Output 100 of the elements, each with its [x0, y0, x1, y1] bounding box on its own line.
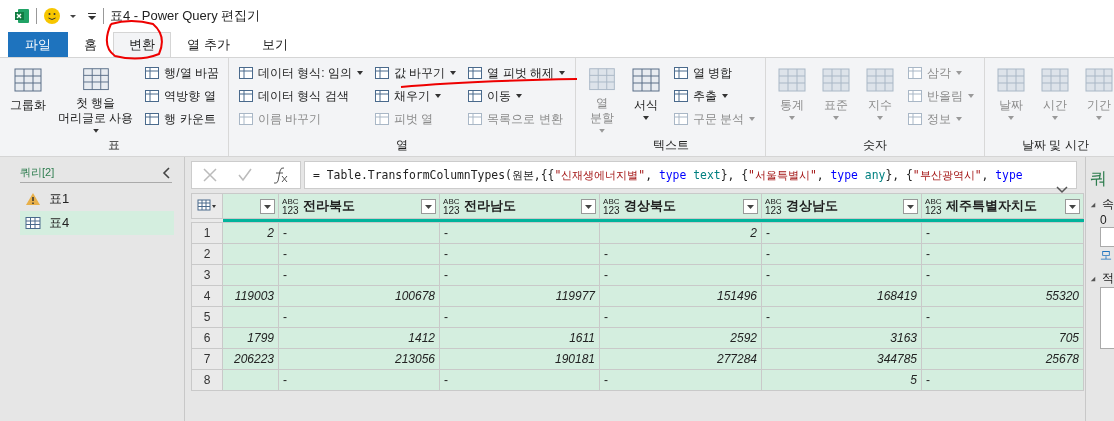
row-number: 5 — [191, 306, 223, 328]
caret-icon — [967, 93, 976, 99]
table-icon — [238, 111, 254, 127]
section-header: 적 — [1102, 270, 1114, 287]
ribbon-tab[interactable]: 파일 — [8, 32, 68, 57]
table-icon — [467, 111, 484, 127]
section-header: 속 — [1102, 196, 1114, 213]
ribbon-tab[interactable]: 보기 — [245, 32, 304, 57]
group-label: 숫자 — [862, 137, 889, 154]
table-icon — [144, 111, 161, 127]
row-number: 3 — [191, 264, 223, 286]
filter-dropdown-icon[interactable] — [260, 198, 275, 214]
filter-dropdown-icon[interactable] — [1065, 198, 1080, 214]
collapse-icon[interactable] — [162, 166, 172, 179]
warning-icon — [25, 192, 41, 206]
window-title: 표4 - Power Query 편집기 — [110, 7, 261, 25]
ribbon-tab[interactable]: 열 추가 — [171, 32, 246, 57]
filter-dropdown-icon[interactable] — [581, 198, 596, 214]
ribbon-button[interactable]: 서식 — [626, 62, 667, 136]
ribbon-button[interactable]: 데이터 형식: 임의 — [235, 62, 368, 84]
table-icon — [374, 111, 391, 127]
group-label: 텍스트 — [651, 137, 690, 154]
formula-field[interactable]: = Table.TransformColumnTypes(원본,{{"신재생에너지별", type text}, {"서울특별시", type any}, {"부산광역시", type — [304, 161, 1077, 189]
caret-icon — [598, 128, 607, 134]
expand-icon[interactable] — [1056, 186, 1068, 194]
table-icon — [238, 88, 254, 104]
ribbon-tab[interactable]: 홈 — [68, 32, 113, 57]
group-label: 열 — [395, 137, 410, 154]
queries-header: 쿼리[2] — [20, 165, 55, 180]
table-cell: 2 — [599, 222, 762, 244]
caret-icon — [434, 93, 443, 99]
type-label[interactable]: ABC 123 — [765, 197, 782, 215]
caret-icon — [955, 70, 964, 76]
caret-icon — [955, 116, 964, 122]
filter-dropdown-icon[interactable] — [743, 198, 758, 214]
caret-icon — [642, 115, 651, 121]
table-icon — [467, 88, 484, 104]
row-number: 1 — [191, 222, 223, 244]
caret-icon — [876, 115, 885, 121]
caret-icon — [1051, 115, 1060, 121]
ribbon-button[interactable]: 채우기 — [371, 85, 446, 107]
table-menu-icon[interactable] — [197, 198, 217, 211]
column-header: 경상남도 — [785, 197, 839, 215]
ribbon-button[interactable]: 열 피벗 해제 — [464, 62, 570, 84]
caret-icon — [748, 116, 757, 122]
table-icon — [673, 88, 690, 104]
column-header: 경상북도 — [623, 197, 677, 215]
row-number: 7 — [191, 348, 223, 370]
caret-icon — [832, 115, 841, 121]
table-icon — [374, 65, 391, 81]
row-number: 6 — [191, 327, 223, 349]
row-number: 8 — [191, 369, 223, 391]
properties-link[interactable]: 모 — [1100, 247, 1114, 264]
smiley-icon[interactable] — [43, 7, 61, 25]
caret-icon — [356, 70, 365, 76]
caret-icon — [1095, 115, 1104, 121]
customize-menu-icon[interactable] — [87, 11, 97, 21]
caret-icon — [515, 93, 524, 99]
table-icon — [907, 111, 924, 127]
ribbon-button[interactable]: 그룹화 — [6, 62, 50, 136]
caret-icon — [91, 128, 100, 134]
ribbon-button[interactable]: 열 병합 — [670, 62, 736, 84]
ribbon-button[interactable]: 행/열 바꿈 — [141, 62, 222, 84]
type-label[interactable]: ABC 123 — [603, 197, 620, 215]
table-cell: - — [921, 222, 1084, 244]
table-icon — [374, 88, 391, 104]
type-label[interactable]: ABC 123 — [443, 197, 460, 215]
caret-icon — [1007, 115, 1016, 121]
table-icon — [25, 216, 41, 230]
table-icon — [673, 111, 690, 127]
table-icon — [907, 88, 924, 104]
ribbon-button[interactable]: 데이터 형식 검색 — [235, 85, 352, 107]
table-icon — [907, 65, 924, 81]
caret-icon — [721, 93, 730, 99]
filter-dropdown-icon[interactable] — [421, 198, 436, 214]
caret-icon — [449, 70, 458, 76]
table-cell: - — [761, 222, 922, 244]
check-icon[interactable] — [237, 167, 253, 183]
ribbon-button[interactable]: 값 바꾸기 — [371, 62, 461, 84]
query-item[interactable]: 표4 — [20, 211, 174, 235]
ribbon-tab[interactable]: 변환 — [113, 32, 171, 57]
row-number: 4 — [191, 285, 223, 307]
table-cell: - — [278, 222, 440, 244]
excel-logo-icon — [14, 8, 30, 24]
ribbon-button[interactable]: 첫 행을 머리글로 사용 — [54, 62, 138, 136]
group-label: 날짜 및 시간 — [1021, 137, 1090, 154]
type-label[interactable]: ABC 123 — [925, 197, 942, 215]
ribbon-button[interactable]: 행 카운트 — [141, 108, 219, 130]
query-item[interactable]: 표1 — [20, 187, 174, 211]
ribbon-button[interactable]: 추출 — [670, 85, 733, 107]
table-icon — [673, 65, 690, 81]
ribbon-button[interactable]: 이동 — [464, 85, 527, 107]
ribbon-button[interactable]: 역방향 열 — [141, 85, 219, 107]
table-icon — [467, 65, 484, 81]
group-label: 표 — [107, 137, 121, 154]
filter-dropdown-icon[interactable] — [903, 198, 918, 214]
field-label: 0 — [1100, 213, 1108, 227]
table-cell: - — [439, 222, 600, 244]
table-icon — [238, 65, 254, 81]
type-label[interactable]: ABC 123 — [282, 197, 299, 215]
